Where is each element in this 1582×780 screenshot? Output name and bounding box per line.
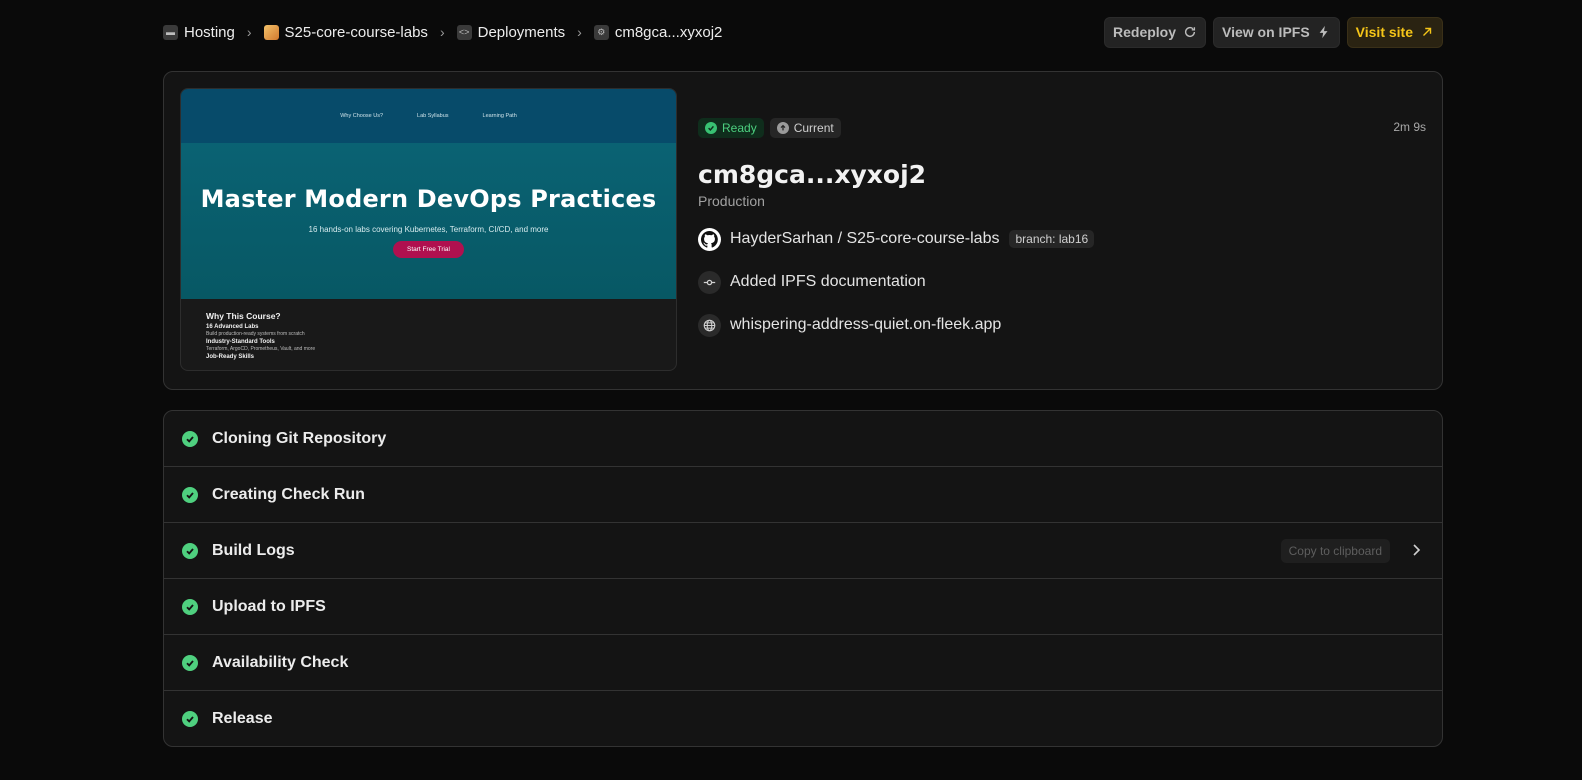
step-upload-to-ipfs[interactable]: Upload to IPFS [164, 579, 1442, 635]
copy-to-clipboard-button[interactable]: Copy to clipboard [1280, 539, 1390, 563]
breadcrumb-label: Hosting [184, 23, 235, 41]
deployment-steps: Cloning Git Repository Creating Check Ru… [163, 410, 1443, 747]
preview-nav: Why Choose Us? Lab Syllabus Learning Pat… [181, 89, 676, 143]
github-icon [698, 227, 721, 251]
status-badge-ready: Ready [698, 118, 764, 138]
repo-row: HayderSarhan / S25-core-course-labs bran… [698, 227, 1426, 251]
gear-icon: ⚙ [593, 24, 609, 40]
preview-subtitle: 16 hands-on labs covering Kubernetes, Te… [308, 225, 549, 234]
globe-icon [698, 313, 721, 337]
chevron-right-icon: › [577, 24, 582, 40]
step-availability-check[interactable]: Availability Check [164, 635, 1442, 691]
step-label: Release [212, 710, 273, 727]
current-label: Current [793, 121, 834, 135]
preview-cta: Start Free Trial [393, 241, 464, 258]
preview-item-desc: Terraform, ArgoCD, Prometheus, Vault, an… [206, 346, 316, 352]
check-circle-icon [182, 486, 198, 503]
commit-row: Added IPFS documentation [698, 270, 1426, 294]
step-label: Cloning Git Repository [212, 429, 387, 447]
chevron-right-icon: › [439, 24, 445, 40]
header-actions: Redeploy View on IPFS Visit site [1104, 16, 1443, 48]
preview-nav-item: Learning Path [482, 113, 517, 119]
chevron-right-icon[interactable] [1408, 542, 1424, 558]
status-badge-current: Current [769, 118, 841, 138]
build-duration: 2m 9s [1393, 120, 1426, 134]
commit-message[interactable]: Added IPFS documentation [730, 273, 926, 291]
refresh-icon [1184, 26, 1196, 38]
lightning-icon [1319, 25, 1328, 39]
domain-link[interactable]: whispering-address-quiet.on-fleek.app [730, 316, 1001, 334]
branch-badge: branch: lab16 [1009, 230, 1095, 248]
code-icon: <> [456, 24, 472, 40]
preview-item-title: Job-Ready Skills [206, 354, 255, 360]
environment-label: Production [698, 193, 765, 209]
step-label: Build Logs [212, 541, 295, 559]
breadcrumb-deployments[interactable]: <> Deployments [456, 23, 566, 41]
status-label: Ready [722, 121, 757, 135]
step-creating-check-run[interactable]: Creating Check Run [164, 467, 1442, 523]
check-circle-icon [182, 542, 198, 559]
step-release[interactable]: Release [164, 691, 1442, 746]
arrow-up-icon [776, 122, 789, 134]
redeploy-button[interactable]: Redeploy [1104, 16, 1207, 48]
check-circle-icon [182, 711, 198, 727]
deployment-card: Why Choose Us? Lab Syllabus Learning Pat… [163, 71, 1443, 390]
preview-section-title: Why This Course? [206, 311, 281, 321]
project-avatar-icon [263, 24, 279, 40]
site-preview[interactable]: Why Choose Us? Lab Syllabus Learning Pat… [180, 88, 677, 371]
breadcrumb-label: cm8gca...xyxoj2 [614, 23, 723, 41]
step-label: Availability Check [212, 653, 349, 671]
status-badges: Ready Current [698, 118, 1426, 138]
step-label: Upload to IPFS [212, 597, 326, 615]
step-build-logs[interactable]: Build Logs Copy to clipboard [164, 523, 1442, 579]
breadcrumb-project[interactable]: S25-core-course-labs [263, 23, 428, 41]
breadcrumb: ▬ Hosting › S25-core-course-labs › <> De… [163, 24, 722, 41]
check-circle-icon [182, 654, 198, 671]
breadcrumb-hosting[interactable]: ▬ Hosting [163, 24, 235, 41]
redeploy-label: Redeploy [1113, 24, 1177, 40]
repo-link[interactable]: HayderSarhan / S25-core-course-labs [730, 230, 999, 248]
preview-hero: Master Modern DevOps Practices 16 hands-… [181, 143, 676, 299]
preview-nav-item: Lab Syllabus [417, 113, 449, 119]
preview-item-title: Industry-Standard Tools [206, 339, 275, 345]
domain-row: whispering-address-quiet.on-fleek.app [698, 313, 1426, 337]
preview-item-desc: Build production-ready systems from scra… [206, 331, 305, 337]
check-circle-icon [182, 430, 198, 447]
step-label: Creating Check Run [212, 485, 365, 503]
check-circle-icon [182, 598, 198, 615]
top-bar: ▬ Hosting › S25-core-course-labs › <> De… [163, 16, 1443, 48]
arrow-up-right-icon [1423, 27, 1432, 36]
breadcrumb-label: Deployments [477, 23, 566, 41]
breadcrumb-label: S25-core-course-labs [284, 23, 428, 41]
preview-title: Master Modern DevOps Practices [200, 185, 657, 213]
deployment-title: cm8gca...xyxoj2 [698, 160, 927, 189]
check-icon [705, 122, 717, 134]
hosting-icon: ▬ [163, 24, 178, 40]
view-on-ipfs-button[interactable]: View on IPFS [1213, 16, 1340, 48]
chevron-right-icon: › [246, 24, 252, 40]
preview-item-title: 16 Advanced Labs [206, 324, 259, 330]
visit-label: Visit site [1355, 24, 1413, 40]
commit-icon [698, 270, 721, 294]
step-cloning-git-repository[interactable]: Cloning Git Repository [164, 411, 1442, 467]
preview-body: Why This Course? 16 Advanced Labs Build … [181, 299, 676, 360]
breadcrumb-deployment[interactable]: ⚙ cm8gca...xyxoj2 [593, 23, 723, 41]
view-ipfs-label: View on IPFS [1222, 24, 1310, 40]
preview-nav-item: Why Choose Us? [340, 113, 384, 119]
deployment-info: Ready Current 2m 9s cm8gca...xyxoj2 Prod… [698, 118, 1426, 337]
visit-site-button[interactable]: Visit site [1346, 16, 1443, 48]
